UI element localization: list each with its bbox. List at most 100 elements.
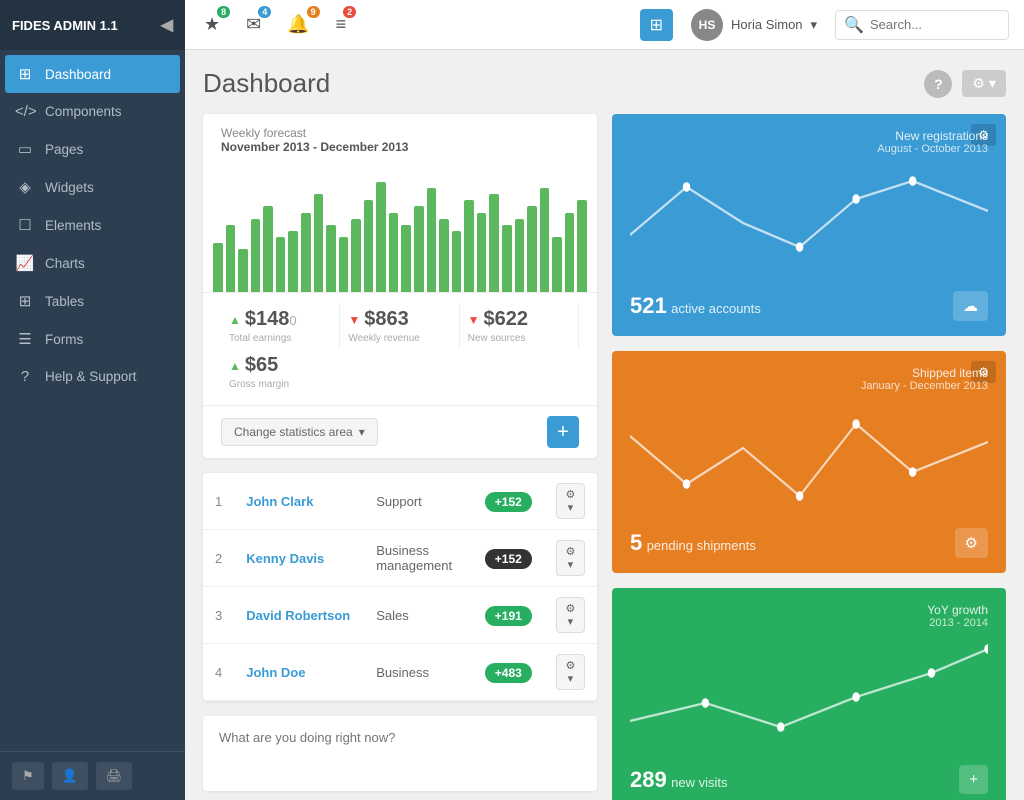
sidebar-item-tables[interactable]: ⊞ Tables xyxy=(0,282,185,320)
sidebar-item-help[interactable]: ? Help & Support xyxy=(0,358,185,395)
row-action-btn[interactable]: ⚙ ▾ xyxy=(556,483,585,519)
row-name[interactable]: David Robertson xyxy=(234,587,364,644)
sidebar-footer-person-btn[interactable]: 👤 xyxy=(52,762,88,790)
row-badge: +483 xyxy=(473,644,544,701)
settings-dropdown-icon: ▾ xyxy=(989,75,996,92)
registrations-chart xyxy=(630,163,988,283)
registrations-svg xyxy=(630,163,988,283)
bar xyxy=(565,213,575,292)
shipped-label: Shipped items xyxy=(630,366,988,380)
sidebar-item-forms[interactable]: ☰ Forms xyxy=(0,320,185,358)
sidebar-item-pages[interactable]: ▭ Pages xyxy=(0,130,185,168)
notifications-badge: 8 xyxy=(217,6,230,18)
search-input[interactable] xyxy=(870,17,1000,32)
row-action-btn[interactable]: ⚙ ▾ xyxy=(556,540,585,576)
bar xyxy=(351,219,361,292)
row-badge: +152 xyxy=(473,473,544,530)
row-name[interactable]: John Clark xyxy=(234,473,364,530)
sidebar-toggle[interactable]: ◀ xyxy=(161,15,173,35)
page-settings-btn[interactable]: ⚙ ▾ xyxy=(962,70,1006,97)
sidebar-item-label: Components xyxy=(45,104,122,119)
star-icon: ★ xyxy=(204,14,220,34)
topbar-tasks-btn[interactable]: ≡ 2 xyxy=(332,10,351,39)
bar xyxy=(502,225,512,292)
bar xyxy=(389,213,399,292)
topbar: ★ 8 ✉ 4 🔔 9 ≡ 2 ⊞ HS Horia Simon ▾ 🔍 xyxy=(185,0,1024,50)
sidebar-item-elements[interactable]: ☐ Elements xyxy=(0,206,185,244)
help-icon: ? xyxy=(15,368,35,385)
registrations-bottom: 521 active accounts ☁ xyxy=(630,291,988,321)
forms-icon: ☰ xyxy=(15,330,35,348)
bar xyxy=(238,249,248,292)
chart-card-header: Weekly forecast November 2013 - December… xyxy=(203,114,597,162)
row-name[interactable]: Kenny Davis xyxy=(234,530,364,587)
margin-value: $65 xyxy=(245,354,278,377)
row-num: 3 xyxy=(203,587,234,644)
sidebar-footer-print-btn[interactable]: 🖨 xyxy=(96,762,133,790)
chart-stat-margin: ▲ $65 Gross margin xyxy=(221,349,579,395)
bar xyxy=(414,206,424,292)
bar xyxy=(439,219,449,292)
chart-add-btn[interactable]: + xyxy=(547,416,579,448)
chart-stat-weekly: ▼ $863 Weekly revenue xyxy=(340,303,459,349)
sidebar-item-components[interactable]: </> Components xyxy=(0,93,185,130)
weekly-value: $863 xyxy=(364,308,409,331)
yoy-add-btn[interactable]: + xyxy=(959,765,988,794)
row-dept: Business xyxy=(364,644,473,701)
topbar-user[interactable]: HS Horia Simon ▾ xyxy=(691,9,817,41)
textarea-card xyxy=(203,716,597,791)
sidebar-item-dashboard[interactable]: ⊞ Dashboard xyxy=(5,55,180,93)
row-name[interactable]: John Doe xyxy=(234,644,364,701)
row-actions: ⚙ ▾ xyxy=(544,530,597,587)
bar xyxy=(276,237,286,292)
shipped-chart xyxy=(630,400,988,520)
registrations-date: August - October 2013 xyxy=(630,143,988,155)
tables-icon: ⊞ xyxy=(15,292,35,310)
registrations-cloud-btn[interactable]: ☁ xyxy=(953,291,988,321)
yoy-chart xyxy=(630,637,988,757)
table-row: 4 John Doe Business +483 ⚙ ▾ xyxy=(203,644,597,701)
trend-down-icon2: ▼ xyxy=(468,313,480,327)
sidebar-item-charts[interactable]: 📈 Charts xyxy=(0,244,185,282)
shipped-svg xyxy=(630,400,988,520)
sidebar: FIDES ADMIN 1.1 ◀ ⊞ Dashboard </> Compon… xyxy=(0,0,185,800)
search-icon: 🔍 xyxy=(844,15,864,35)
page-help-btn[interactable]: ? xyxy=(924,70,952,98)
alerts-badge: 9 xyxy=(307,6,320,18)
shipped-sub: pending shipments xyxy=(647,538,756,553)
row-badge: +152 xyxy=(473,530,544,587)
bar xyxy=(540,188,550,292)
sidebar-nav: ⊞ Dashboard </> Components ▭ Pages ◈ Wid… xyxy=(0,50,185,751)
mail-icon: ✉ xyxy=(246,14,261,34)
topbar-mail-btn[interactable]: ✉ 4 xyxy=(242,10,265,39)
chart-subtitle: Weekly forecast xyxy=(221,126,579,140)
sidebar-item-label: Help & Support xyxy=(45,369,137,384)
tasks-badge: 2 xyxy=(343,6,356,18)
row-actions: ⚙ ▾ xyxy=(544,473,597,530)
users-table: 1 John Clark Support +152 ⚙ ▾ 2 Kenny Da… xyxy=(203,473,597,701)
row-num: 4 xyxy=(203,644,234,701)
chart-stat-earnings: ▲ $1480 Total earnings xyxy=(221,303,340,349)
change-stats-btn[interactable]: Change statistics area ▾ xyxy=(221,418,378,446)
row-action-btn[interactable]: ⚙ ▾ xyxy=(556,597,585,633)
shipped-settings-btn[interactable]: ⚙ xyxy=(955,528,988,558)
gear-icon: ⚙ xyxy=(972,75,985,92)
bar xyxy=(288,231,298,292)
sidebar-item-widgets[interactable]: ◈ Widgets xyxy=(0,168,185,206)
elements-icon: ☐ xyxy=(15,216,35,234)
sidebar-item-label: Elements xyxy=(45,218,101,233)
topbar-notifications-btn[interactable]: ★ 8 xyxy=(200,10,224,39)
status-textarea[interactable] xyxy=(203,716,597,786)
topbar-grid-btn[interactable]: ⊞ xyxy=(640,9,673,41)
user-dropdown-icon: ▾ xyxy=(811,17,818,33)
shipped-value: 5 xyxy=(630,530,642,555)
sidebar-item-label: Charts xyxy=(45,256,85,271)
bar xyxy=(263,206,273,292)
bar xyxy=(552,237,562,292)
registrations-label: New registrations xyxy=(630,129,988,143)
topbar-alerts-btn[interactable]: 🔔 9 xyxy=(283,10,313,39)
sidebar-footer-flag-btn[interactable]: ⚑ xyxy=(12,762,44,790)
chevron-down-icon: ▾ xyxy=(359,425,365,439)
row-action-btn[interactable]: ⚙ ▾ xyxy=(556,654,585,690)
row-dept: Business management xyxy=(364,530,473,587)
